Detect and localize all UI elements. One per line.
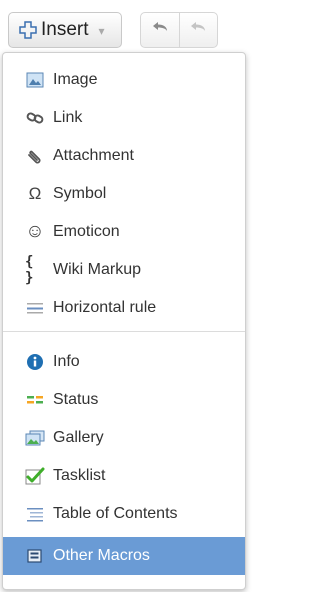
menu-item-label: Gallery bbox=[53, 429, 104, 446]
menu-item-label: Other Macros bbox=[53, 547, 150, 564]
menu-item-label: Emoticon bbox=[53, 223, 120, 240]
macros-icon bbox=[25, 546, 45, 566]
menu-item-label: Symbol bbox=[53, 185, 107, 202]
menu-item-symbol[interactable]: Ω Symbol bbox=[3, 175, 245, 213]
undo-redo-group bbox=[140, 12, 218, 48]
omega-icon: Ω bbox=[28, 184, 42, 203]
horizontal-rule-icon bbox=[25, 298, 45, 318]
menu-item-status[interactable]: Status bbox=[3, 381, 245, 419]
menu-item-info[interactable]: Info bbox=[3, 343, 245, 381]
menu-item-label: Table of Contents bbox=[53, 505, 178, 522]
chevron-down-icon: ▾ bbox=[98, 24, 105, 38]
menu-item-wiki-markup[interactable]: { } Wiki Markup bbox=[3, 251, 245, 289]
menu-item-table-of-contents[interactable]: Table of Contents bbox=[3, 495, 245, 533]
menu-item-label: Wiki Markup bbox=[53, 261, 142, 278]
menu-item-emoticon[interactable]: ☺ Emoticon bbox=[3, 213, 245, 251]
link-icon bbox=[25, 108, 45, 128]
image-icon bbox=[25, 70, 45, 90]
redo-icon bbox=[188, 20, 208, 41]
menu-item-other-macros[interactable]: Other Macros bbox=[3, 537, 245, 575]
menu-item-label: Image bbox=[53, 71, 98, 88]
menu-item-label: Status bbox=[53, 391, 99, 408]
smiley-icon: ☺ bbox=[25, 221, 45, 242]
menu-item-image[interactable]: Image bbox=[3, 61, 245, 99]
undo-icon bbox=[150, 20, 170, 41]
menu-item-link[interactable]: Link bbox=[3, 99, 245, 137]
paperclip-icon bbox=[25, 146, 45, 166]
menu-item-gallery[interactable]: Gallery bbox=[3, 419, 245, 457]
menu-divider bbox=[3, 331, 245, 332]
insert-label: Insert bbox=[41, 19, 89, 40]
info-icon bbox=[25, 352, 45, 372]
braces-icon: { } bbox=[25, 254, 34, 286]
menu-item-label: Attachment bbox=[53, 147, 134, 164]
undo-button[interactable] bbox=[141, 13, 179, 47]
menu-item-attachment[interactable]: Attachment bbox=[3, 137, 245, 175]
redo-button[interactable] bbox=[178, 13, 218, 47]
gallery-icon bbox=[25, 428, 45, 448]
menu-item-label: Horizontal rule bbox=[53, 299, 157, 316]
status-icon bbox=[25, 390, 45, 410]
menu-item-label: Link bbox=[53, 109, 83, 126]
menu-item-label: Info bbox=[53, 353, 80, 370]
menu-item-label: Tasklist bbox=[53, 467, 106, 484]
checkbox-icon bbox=[25, 466, 45, 486]
menu-item-tasklist[interactable]: Tasklist bbox=[3, 457, 245, 495]
toc-icon bbox=[25, 504, 45, 524]
menu-item-horizontal-rule[interactable]: Horizontal rule bbox=[3, 289, 245, 327]
editor-toolbar: Insert ▾ bbox=[0, 0, 265, 60]
insert-button[interactable]: Insert ▾ bbox=[8, 12, 122, 48]
insert-dropdown-menu: Image Link Attachment Ω Symbol ☺ Emotico… bbox=[2, 52, 246, 590]
plus-icon bbox=[17, 19, 39, 41]
